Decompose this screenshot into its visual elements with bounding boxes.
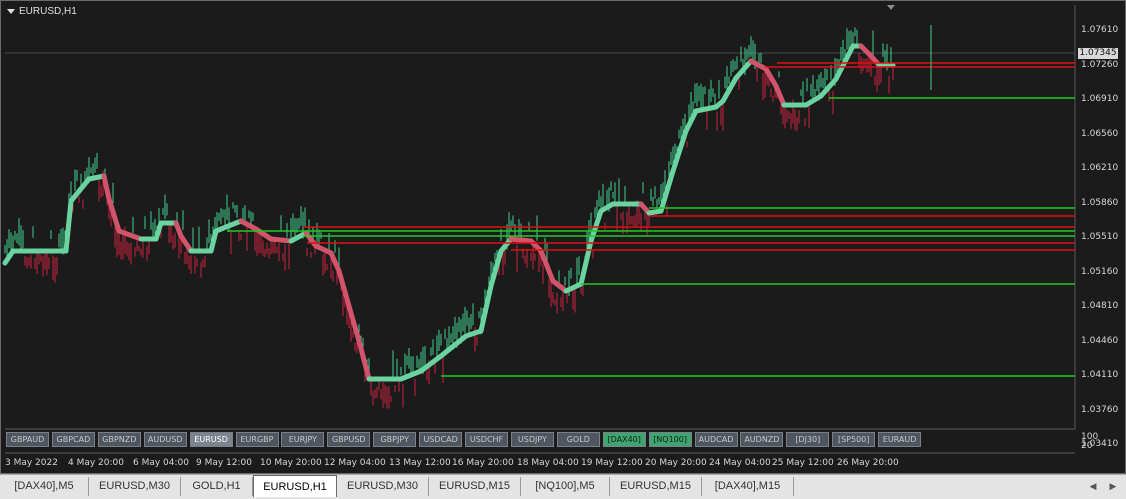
symbol-button[interactable]: AUDCAD xyxy=(694,432,738,447)
price-axis-label: 1.03760 xyxy=(1081,404,1119,415)
time-axis-label: 20 May 20:00 xyxy=(645,458,707,468)
price-axis-label: 1.06910 xyxy=(1081,94,1119,104)
symbol-button[interactable]: EURGBP xyxy=(235,432,279,447)
symbol-button[interactable]: GOLD xyxy=(556,432,600,447)
symbol-button[interactable]: AUDNZD xyxy=(740,432,784,447)
price-axis-label: 1.05160 xyxy=(1081,266,1119,277)
symbol-button[interactable]: GBPCAD xyxy=(51,432,95,447)
symbol-button[interactable]: GBPNZD xyxy=(97,432,141,447)
chart-window[interactable]: EURUSD,H1 1.07345 1.07610 1.07260 1.06910 1… xyxy=(0,0,1126,474)
symbol-button[interactable]: USDJPY xyxy=(510,432,554,447)
time-axis-label: 19 May 12:00 xyxy=(581,458,643,468)
chart-title: EURUSD,H1 xyxy=(7,6,77,17)
trailing-stop-segment xyxy=(418,353,444,374)
time-axis-label: 4 May 20:00 xyxy=(68,458,124,468)
symbol-button[interactable]: EURUSD xyxy=(189,432,233,447)
chart-tab[interactable]: [DAX40],M5 xyxy=(0,477,89,496)
symbol-button[interactable]: EURAUD xyxy=(878,432,922,447)
price-axis-label: 1.07260 xyxy=(1081,59,1119,70)
symbol-button[interactable]: USDCAD xyxy=(419,432,463,447)
chart-tab[interactable]: EURUSD,M15 xyxy=(610,477,702,496)
chart-menu-icon[interactable] xyxy=(7,9,15,14)
trailing-stop-segment xyxy=(328,250,342,274)
symbol-button[interactable]: [DJ30] xyxy=(786,432,830,447)
indicator-axis-label: 20 xyxy=(1081,441,1093,451)
trailing-stop-segment xyxy=(178,233,194,254)
symbol-button[interactable]: [SP500] xyxy=(832,432,876,447)
symbol-button[interactable]: EURJPY xyxy=(281,432,325,447)
price-axis-label: 1.07610 xyxy=(1081,25,1119,35)
current-price-label: 1.07345 xyxy=(1078,48,1118,59)
time-axis-label: 25 May 12:00 xyxy=(772,458,834,468)
symbol-button[interactable]: AUDUSD xyxy=(143,432,187,447)
symbol-button[interactable]: USDCHF xyxy=(465,432,508,447)
time-axis-label: 10 May 20:00 xyxy=(260,458,322,468)
trailing-stop-segment xyxy=(153,220,164,242)
chart-symbol-label: EURUSD,H1 xyxy=(19,6,77,17)
time-axis-label: 3 May 2022 xyxy=(5,458,58,468)
price-axis-label: 1.06210 xyxy=(1081,163,1119,173)
price-chart[interactable] xyxy=(1,1,1126,475)
price-axis-label: 1.06560 xyxy=(1081,128,1119,139)
chart-tab[interactable]: EURUSD,M30 xyxy=(337,477,429,496)
time-axis-label: 16 May 20:00 xyxy=(452,458,514,468)
time-axis-label: 12 May 04:00 xyxy=(324,458,386,468)
chart-tab[interactable]: [NQ100],M5 xyxy=(521,477,610,496)
triangle-left-icon[interactable]: ◀ xyxy=(1086,479,1100,493)
price-axis-label: 1.04460 xyxy=(1081,335,1119,346)
price-axis-label: 1.05860 xyxy=(1081,197,1119,208)
symbol-button[interactable]: GBPAUD xyxy=(6,432,49,447)
chart-tab[interactable]: EURUSD,M30 xyxy=(89,477,181,496)
trailing-stop-segment xyxy=(116,228,144,242)
triangle-right-icon[interactable]: ▶ xyxy=(1106,479,1120,493)
symbol-button[interactable]: [NQ100] xyxy=(648,432,692,447)
trailing-stop-segment xyxy=(748,58,769,72)
chart-tab[interactable]: EURUSD,H1 xyxy=(253,475,337,497)
trailing-stop-segment xyxy=(508,236,534,244)
chart-tab-bar: [DAX40],M5 EURUSD,M30 GOLD,H1 EURUSD,H1 EURU… xyxy=(0,474,1126,499)
time-axis-label: 9 May 12:00 xyxy=(196,458,252,468)
chart-tab[interactable]: GOLD,H1 xyxy=(181,477,253,496)
trailing-stop-segment xyxy=(68,176,92,204)
trailing-stop-segment xyxy=(238,218,259,232)
chart-tab[interactable]: EURUSD,M15 xyxy=(429,477,521,496)
price-axis-label: 1.05510 xyxy=(1081,232,1119,242)
trailing-stop-segment xyxy=(268,236,294,244)
time-axis-label: 13 May 12:00 xyxy=(389,458,451,468)
symbol-button[interactable]: GBPUSD xyxy=(327,432,371,447)
symbol-button[interactable]: GBPJPY xyxy=(373,432,417,447)
time-axis-label: 6 May 04:00 xyxy=(133,458,189,468)
trailing-stop-segment xyxy=(63,198,74,254)
trailing-stop-segment xyxy=(208,228,219,254)
trailing-stop-segment xyxy=(101,173,112,202)
time-axis-label: 18 May 04:00 xyxy=(517,458,579,468)
trailing-stop-segment xyxy=(288,230,309,244)
trailing-stop-segment xyxy=(693,104,719,114)
chart-tab[interactable]: [DAX40],M15 xyxy=(702,477,794,496)
symbol-button[interactable]: [DAX40] xyxy=(602,432,646,447)
trailing-stop-segment xyxy=(578,238,594,287)
time-axis-label: 24 May 04:00 xyxy=(709,458,771,468)
price-axis-label: 1.04810 xyxy=(1081,301,1119,311)
price-axis-label: 1.04110 xyxy=(1081,370,1119,380)
shift-marker-icon xyxy=(887,5,895,10)
time-axis-label: 26 May 20:00 xyxy=(837,458,899,468)
